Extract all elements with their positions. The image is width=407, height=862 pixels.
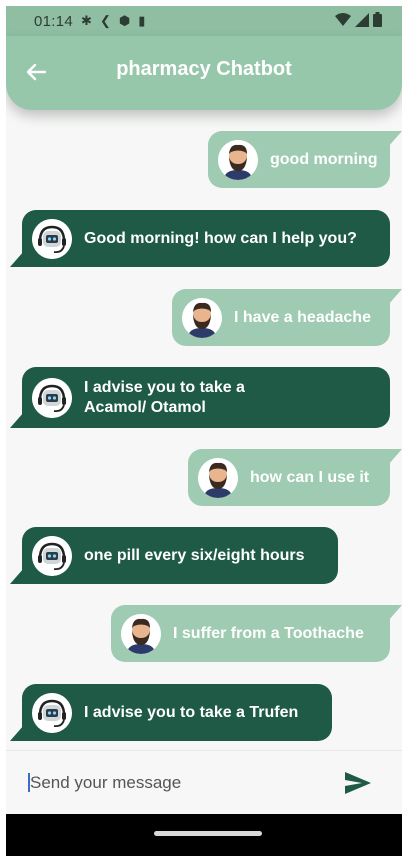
signal-icon — [355, 12, 369, 27]
message-text: Good morning! how can I help you? — [84, 229, 357, 247]
message-text: I advise you to take a Acamol/ Otamol — [84, 378, 245, 416]
robot-headset-icon — [32, 218, 72, 259]
message-text: I have a headache — [234, 308, 371, 326]
message-composer — [6, 750, 402, 815]
user-message-bubble: I have a headache — [172, 289, 402, 346]
sim-card-icon: ▮ — [138, 13, 146, 28]
user-avatar — [218, 139, 258, 180]
user-avatar — [182, 297, 222, 338]
bot-message-bubble: I advise you to take a Acamol/ Otamol — [10, 367, 390, 428]
shield-icon: ⬢ — [118, 13, 131, 28]
home-gesture-handle[interactable] — [154, 831, 262, 836]
message-text: I suffer from a Toothache — [173, 624, 364, 642]
page-title: pharmacy Chatbot — [116, 58, 292, 80]
status-bar: 01:14 ✱ ❮ ⬢ ▮ — [6, 6, 402, 36]
battery-icon — [373, 12, 382, 27]
system-navigation-bar — [6, 814, 402, 856]
chat-message-list: good morning Good morning! how can I hel… — [6, 110, 402, 750]
message-text: one pill every six/eight hours — [84, 546, 305, 564]
user-message-bubble: how can I use it — [188, 449, 402, 506]
status-time: 01:14 — [34, 12, 74, 30]
user-message-bubble: good morning — [208, 131, 402, 188]
bot-avatar — [32, 377, 72, 418]
bot-message-bubble: one pill every six/eight hours — [10, 527, 338, 584]
user-avatar — [121, 613, 161, 654]
message-text: good morning — [270, 150, 378, 168]
bearded-man-avatar-icon — [121, 613, 161, 654]
bearded-man-avatar-icon — [182, 297, 222, 338]
bot-message-bubble: Good morning! how can I help you? — [10, 210, 390, 267]
robot-headset-icon — [32, 535, 72, 576]
phone-screen: 01:14 ✱ ❮ ⬢ ▮ pharmacy Chatbot good morn… — [6, 6, 402, 856]
user-message-bubble: I suffer from a Toothache — [111, 605, 402, 662]
bearded-man-avatar-icon — [218, 139, 258, 180]
robot-headset-icon — [32, 692, 72, 733]
status-notification-icons: ✱ ❮ ⬢ ▮ — [81, 13, 145, 29]
gear-icon: ✱ — [81, 13, 92, 28]
wifi-icon — [335, 12, 351, 26]
robot-headset-icon — [32, 377, 72, 418]
bot-avatar — [32, 535, 72, 576]
message-text: I advise you to take a Trufen — [84, 703, 299, 721]
message-text: how can I use it — [250, 468, 370, 486]
user-avatar — [198, 457, 238, 498]
bot-message-bubble: I advise you to take a Trufen — [10, 684, 332, 741]
app-bar: pharmacy Chatbot — [6, 36, 402, 110]
bearded-man-avatar-icon — [198, 457, 238, 498]
bot-avatar — [32, 218, 72, 259]
message-input[interactable] — [28, 765, 322, 801]
bot-avatar — [32, 692, 72, 733]
text-caret — [28, 773, 30, 792]
send-icon[interactable] — [342, 767, 374, 799]
flutter-icon: ❮ — [99, 13, 111, 28]
status-system-icons — [335, 12, 382, 27]
